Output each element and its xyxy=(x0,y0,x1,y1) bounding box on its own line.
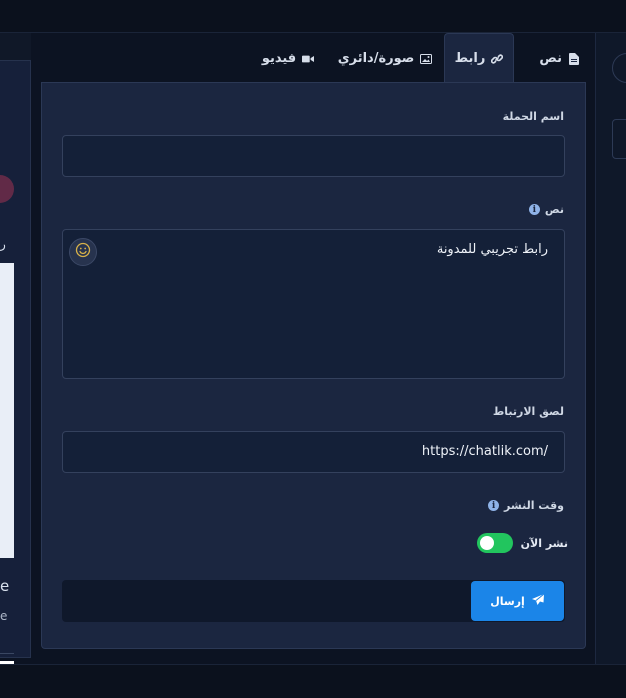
tab-label: صورة/دائري xyxy=(337,51,415,66)
campaign-name-input[interactable] xyxy=(62,135,565,177)
preview-avatar xyxy=(0,175,14,203)
tab-text[interactable]: نص xyxy=(516,36,580,81)
publish-now-row: نشر الآن xyxy=(476,532,568,554)
preview-title: e xyxy=(0,577,10,595)
right-panel-field[interactable] xyxy=(612,119,626,159)
campaign-name-label: اسم الحملة xyxy=(502,110,564,123)
preview-panel: ر e e xyxy=(0,60,31,693)
publish-now-label: نشر الآن xyxy=(520,536,568,550)
info-icon[interactable]: i xyxy=(488,500,500,511)
preview-text: ر xyxy=(0,237,6,251)
right-panel-button[interactable] xyxy=(612,53,626,83)
toggle-knob xyxy=(479,536,494,550)
publish-time-label: وقت النشر i xyxy=(488,499,564,512)
top-bar xyxy=(0,0,626,33)
image-icon xyxy=(420,53,433,65)
send-label: إرسال xyxy=(490,594,525,608)
publish-now-toggle[interactable] xyxy=(476,533,513,553)
video-icon xyxy=(302,53,315,65)
link-input[interactable]: https://chatlik.com/ xyxy=(62,431,565,473)
tab-photo[interactable]: صورة/دائري xyxy=(330,36,440,81)
bottom-bar xyxy=(0,664,626,698)
preview-image xyxy=(0,263,14,558)
send-icon xyxy=(531,593,545,610)
link-icon xyxy=(491,53,504,65)
preview-subtitle: e xyxy=(0,609,8,623)
send-button[interactable]: إرسال xyxy=(471,581,564,621)
text-input-value: رابط تجريبي للمدونة xyxy=(436,242,548,257)
smiley-icon xyxy=(75,242,91,262)
tab-link[interactable]: رابط xyxy=(444,33,514,83)
tab-label: نص xyxy=(539,51,562,66)
file-icon xyxy=(568,52,580,65)
tab-label: رابط xyxy=(454,51,486,66)
tab-video[interactable]: فيديو xyxy=(252,36,324,81)
link-label: لصق الارتباط xyxy=(492,405,564,418)
right-panel xyxy=(595,33,626,664)
emoji-button[interactable] xyxy=(69,238,97,266)
info-icon[interactable]: i xyxy=(528,204,540,215)
text-input[interactable]: رابط تجريبي للمدونة xyxy=(62,229,565,379)
preview-divider xyxy=(0,653,14,654)
tab-label: فيديو xyxy=(261,51,297,66)
left-panel-header xyxy=(0,33,31,60)
text-label: نص i xyxy=(528,203,564,216)
link-input-value: https://chatlik.com/ xyxy=(421,444,548,459)
